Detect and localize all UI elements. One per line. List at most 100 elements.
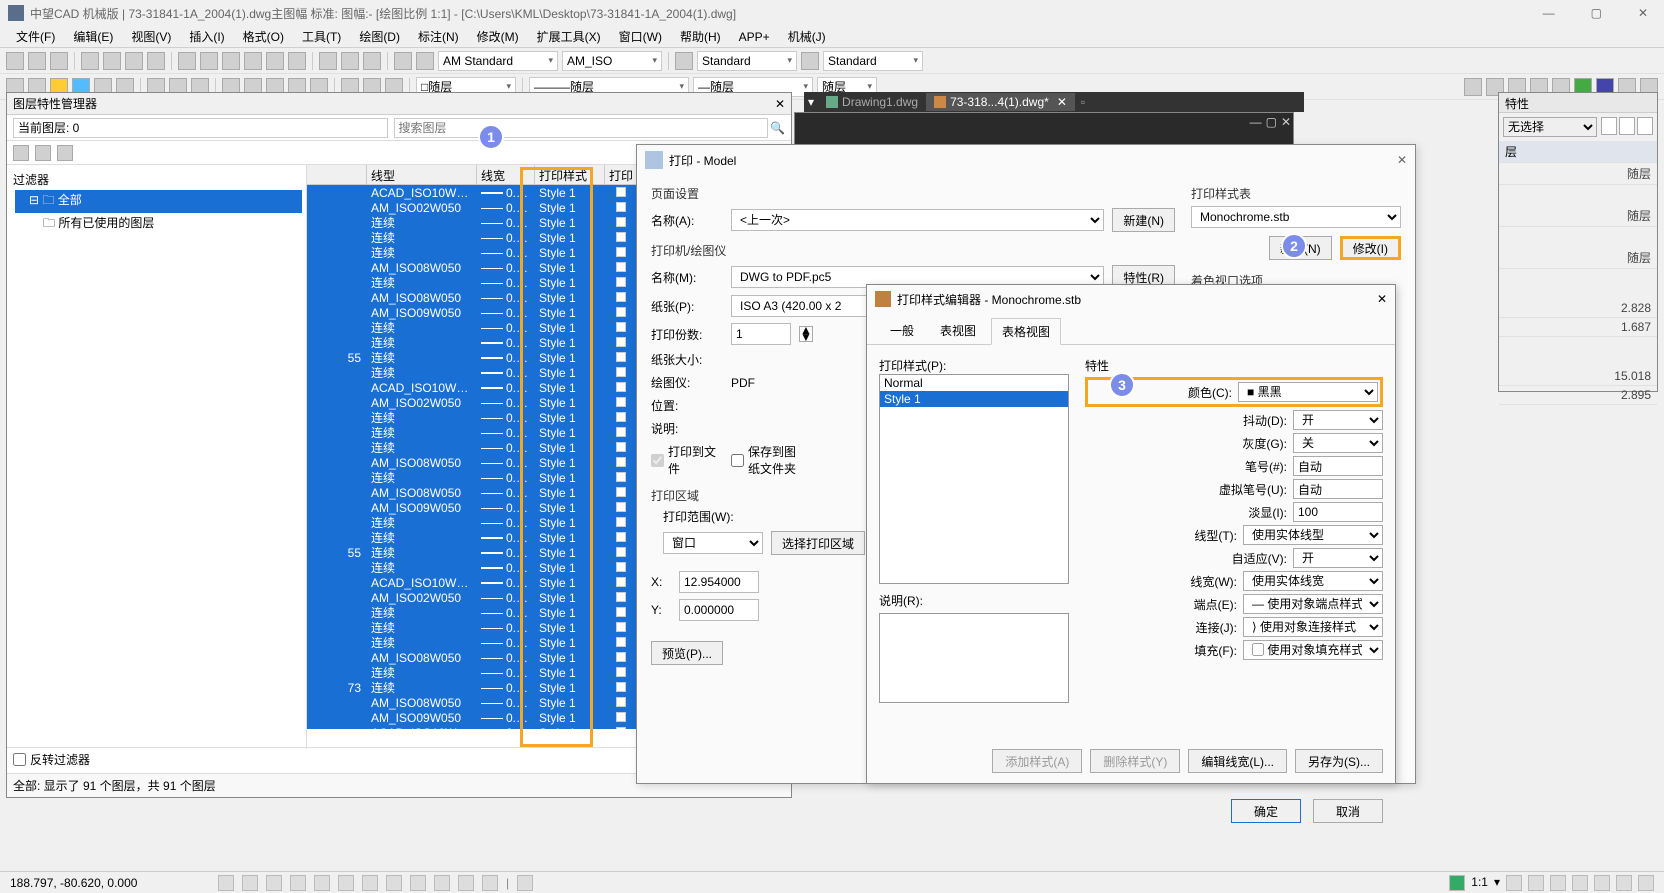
tb-icon[interactable] <box>244 52 262 70</box>
tb-icon[interactable] <box>50 52 68 70</box>
vpen-input[interactable] <box>1293 479 1383 499</box>
tb-icon[interactable] <box>222 52 240 70</box>
col-plotstyle[interactable]: 打印样式 <box>535 165 605 184</box>
saveas-button[interactable]: 另存为(S)... <box>1295 749 1383 773</box>
layer-tool-icon[interactable] <box>35 145 51 161</box>
gray-select[interactable]: 关 <box>1293 433 1383 453</box>
col-linetype[interactable]: 线型 <box>367 165 477 184</box>
tb-icon[interactable] <box>266 52 284 70</box>
sb-icon[interactable] <box>1528 875 1544 891</box>
menu-window[interactable]: 窗口(W) <box>611 26 670 47</box>
color-select[interactable]: ■ 黑黑 <box>1238 382 1378 402</box>
screen-input[interactable] <box>1293 502 1383 522</box>
sb-icon[interactable] <box>362 875 378 891</box>
cancel-button[interactable]: 取消 <box>1313 799 1383 823</box>
tb-icon[interactable] <box>6 52 24 70</box>
prop-value[interactable]: 随层 <box>1578 207 1651 224</box>
doc-tab-1[interactable]: Drawing1.dwg <box>818 93 926 111</box>
tab-formview[interactable]: 表格视图 <box>991 318 1061 345</box>
new-button[interactable]: 新建(N) <box>1112 208 1175 232</box>
preview-button[interactable]: 预览(P)... <box>651 641 723 665</box>
minimize-button[interactable]: — <box>1535 4 1563 22</box>
sb-icon[interactable] <box>434 875 450 891</box>
sb-icon[interactable] <box>1616 875 1632 891</box>
tb-icon[interactable] <box>147 52 165 70</box>
tree-used[interactable]: 🗀 所有已使用的图层 <box>15 213 302 236</box>
sb-icon[interactable] <box>386 875 402 891</box>
sb-icon[interactable] <box>1594 875 1610 891</box>
menu-dim[interactable]: 标注(N) <box>410 26 467 47</box>
sb-icon[interactable] <box>517 875 533 891</box>
sb-icon[interactable] <box>242 875 258 891</box>
close-button[interactable]: ✕ <box>1630 4 1656 22</box>
menu-ext[interactable]: 扩展工具(X) <box>529 26 609 47</box>
select-area-button[interactable]: 选择打印区域 <box>771 531 865 555</box>
sb-icon[interactable] <box>1449 875 1465 891</box>
styles-listbox[interactable]: Normal Style 1 <box>879 374 1069 584</box>
chevron-down-icon[interactable]: ▾ <box>1494 875 1500 891</box>
tb-icon[interactable] <box>28 52 46 70</box>
menu-tools[interactable]: 工具(T) <box>294 26 349 47</box>
sb-icon[interactable] <box>1572 875 1588 891</box>
tree-all[interactable]: ⊟ 🗀 全部 <box>15 190 302 213</box>
menu-edit[interactable]: 编辑(E) <box>65 26 121 47</box>
props-btn-icon[interactable] <box>1619 117 1635 135</box>
tb-icon[interactable] <box>125 52 143 70</box>
copies-spinner[interactable]: ▲▼ <box>799 326 813 342</box>
x-input[interactable] <box>679 571 759 593</box>
sb-icon[interactable] <box>218 875 234 891</box>
menu-app[interactable]: APP+ <box>731 28 778 46</box>
tb-icon[interactable] <box>200 52 218 70</box>
col-lineweight[interactable]: 线宽 <box>477 165 535 184</box>
tab-tableview[interactable]: 表视图 <box>929 317 987 344</box>
adapt-select[interactable]: 开 <box>1293 548 1383 568</box>
tab-general[interactable]: 一般 <box>879 317 925 344</box>
new-tab-icon[interactable]: ▫ <box>1075 95 1091 109</box>
tb-icon[interactable] <box>1464 78 1482 96</box>
std-dropdown-1[interactable]: AM Standard <box>438 51 558 71</box>
selection-select[interactable]: 无选择 <box>1503 117 1597 137</box>
add-style-button[interactable]: 添加样式(A) <box>992 749 1082 773</box>
tb-icon[interactable] <box>288 52 306 70</box>
modify-style-button[interactable]: 修改(I) <box>1340 236 1401 260</box>
scale-label[interactable]: 1:1 <box>1471 875 1488 891</box>
layer-tool-icon[interactable] <box>13 145 29 161</box>
y-input[interactable] <box>679 599 759 621</box>
layer-panel-close-icon[interactable]: ✕ <box>775 97 785 111</box>
tb-icon[interactable] <box>319 52 337 70</box>
sb-icon[interactable] <box>1638 875 1654 891</box>
tb-icon[interactable] <box>394 52 412 70</box>
invert-filter-checkbox[interactable]: 反转过滤器 <box>13 751 90 768</box>
col-plot[interactable]: 打印 <box>605 165 637 184</box>
edit-lineweight-button[interactable]: 编辑线宽(L)... <box>1188 749 1287 773</box>
canvas-min-button[interactable]: — <box>1250 115 1262 129</box>
join-select[interactable]: ⟩ 使用对象连接样式 <box>1243 617 1383 637</box>
style-editor-close-icon[interactable]: ✕ <box>1377 292 1387 306</box>
desc-textarea[interactable] <box>879 613 1069 703</box>
tb-icon[interactable] <box>675 52 693 70</box>
style-table-select[interactable]: Monochrome.stb <box>1191 206 1401 228</box>
sb-icon[interactable] <box>290 875 306 891</box>
maximize-button[interactable]: ▢ <box>1583 4 1610 22</box>
pen-input[interactable] <box>1293 456 1383 476</box>
tb-icon[interactable] <box>341 52 359 70</box>
print-dialog-close-icon[interactable]: ✕ <box>1397 153 1407 167</box>
copies-input[interactable] <box>731 323 791 345</box>
lweight-select[interactable]: 使用实体线宽 <box>1243 571 1383 591</box>
sb-icon[interactable] <box>266 875 282 891</box>
props-btn-icon[interactable] <box>1601 117 1617 135</box>
sb-icon[interactable] <box>410 875 426 891</box>
close-tab-icon[interactable]: ✕ <box>1057 95 1067 109</box>
menu-draw[interactable]: 绘图(D) <box>351 26 408 47</box>
search-icon[interactable]: 🔍 <box>770 121 785 135</box>
layer-search-input[interactable] <box>394 118 769 138</box>
current-layer-field[interactable] <box>13 118 388 138</box>
tab-nav-icon[interactable]: ▾ <box>804 95 818 109</box>
delete-style-button[interactable]: 删除样式(Y) <box>1090 749 1180 773</box>
menu-mech[interactable]: 机械(J) <box>780 26 834 47</box>
dither-select[interactable]: 开 <box>1293 410 1383 430</box>
std-dropdown-3[interactable]: Standard <box>697 51 797 71</box>
std-dropdown-2[interactable]: AM_ISO <box>562 51 662 71</box>
menu-file[interactable]: 文件(F) <box>8 26 63 47</box>
sb-icon[interactable] <box>314 875 330 891</box>
